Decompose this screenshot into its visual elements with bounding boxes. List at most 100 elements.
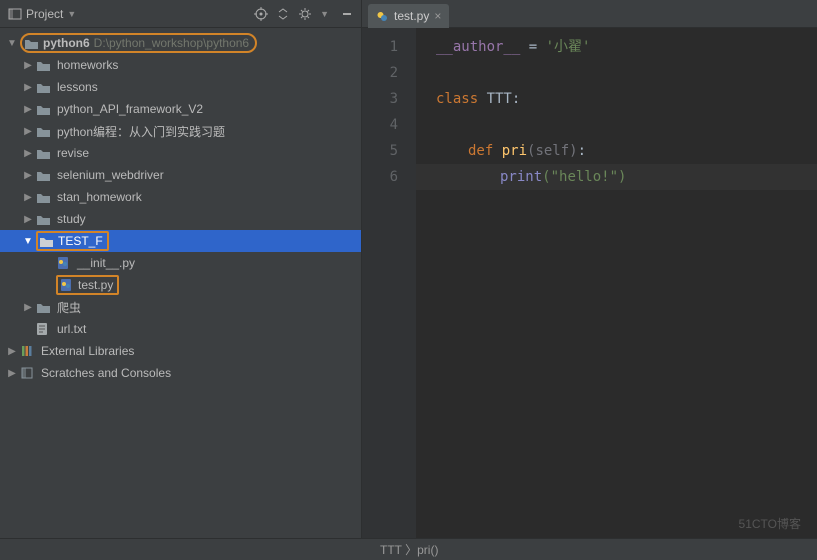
tree-file-url[interactable]: url.txt [0, 318, 361, 340]
tree-root[interactable]: ▼ python6 D:\python_workshop\python6 [0, 32, 361, 54]
code-token: class [436, 91, 487, 107]
sidebar-title: Project [26, 7, 63, 21]
line-number: 4 [368, 112, 398, 138]
folder-icon [36, 103, 52, 116]
code-content[interactable]: __author__ = '小翟' class TTT: def pri(sel… [416, 28, 817, 538]
library-icon [20, 344, 36, 358]
folder-icon [36, 301, 52, 314]
folder-label: study [54, 212, 86, 226]
file-label: __init__.py [74, 256, 135, 270]
code-token: = [520, 39, 545, 55]
tree-folder[interactable]: ▶ selenium_webdriver [0, 164, 361, 186]
python-file-icon [376, 10, 389, 23]
folder-label: revise [54, 146, 89, 160]
chevron-right-icon[interactable]: ▶ [22, 192, 34, 203]
chevron-right-icon[interactable]: ▶ [22, 126, 34, 137]
close-icon[interactable]: × [434, 9, 441, 23]
folder-label: lessons [54, 80, 98, 94]
locate-icon[interactable] [254, 7, 268, 21]
tree-folder[interactable]: ▶ revise [0, 142, 361, 164]
python-file-icon [56, 256, 72, 270]
scratches-label: Scratches and Consoles [38, 366, 171, 380]
tab-label: test.py [394, 9, 429, 23]
tree-folder[interactable]: ▶ lessons [0, 76, 361, 98]
project-tree: ▼ python6 D:\python_workshop\python6 ▶ ho… [0, 28, 361, 538]
tree-folder[interactable]: ▶ stan_homework [0, 186, 361, 208]
tree-folder[interactable]: ▶ python编程：从入门到实践习题 [0, 120, 361, 142]
folder-icon [36, 59, 52, 72]
python-file-icon [59, 278, 75, 292]
tree-file-init[interactable]: __init__.py [0, 252, 361, 274]
text-file-icon [36, 322, 52, 336]
folder-icon [36, 81, 52, 94]
folder-icon [36, 213, 52, 226]
folder-label: python_API_framework_V2 [54, 102, 203, 116]
tree-folder[interactable]: ▶ homeworks [0, 54, 361, 76]
tree-scratches[interactable]: ▶ Scratches and Consoles [0, 362, 361, 384]
gear-dropdown-icon[interactable]: ▼ [320, 9, 329, 19]
root-name: python6 [40, 36, 90, 50]
scratches-icon [20, 366, 36, 380]
code-token: '小翟' [546, 39, 591, 55]
chevron-right-icon[interactable]: ▶ [22, 148, 34, 159]
line-number: 1 [368, 34, 398, 60]
chevron-right-icon[interactable]: ▶ [22, 82, 34, 93]
tree-folder-crawler[interactable]: ▶ 爬虫 [0, 296, 361, 318]
file-label: url.txt [54, 322, 86, 336]
tree-folder[interactable]: ▶ study [0, 208, 361, 230]
code-token: print [500, 169, 542, 185]
folder-icon [36, 147, 52, 160]
editor-area: test.py × 1 2 3 4 5 6 __author__ = '小翟' … [362, 0, 817, 538]
project-tool-icon [8, 7, 22, 21]
tab-bar: test.py × [362, 0, 817, 28]
tree-external-libraries[interactable]: ▶ External Libraries [0, 340, 361, 362]
collapse-icon[interactable] [276, 7, 290, 21]
chevron-right-icon[interactable]: ▶ [22, 302, 34, 313]
sidebar-header: Project ▼ ▼ [0, 0, 361, 28]
project-sidebar: Project ▼ ▼ ▼ [0, 0, 362, 538]
folder-icon [24, 37, 40, 50]
folder-label: homeworks [54, 58, 118, 72]
dropdown-arrow-icon[interactable]: ▼ [67, 9, 76, 19]
file-label: test.py [75, 278, 113, 292]
folder-label: TEST_F [55, 234, 103, 248]
code-token: : [512, 91, 520, 107]
code-token: TTT [487, 91, 512, 107]
tree-file-test[interactable]: test.py [0, 274, 361, 296]
line-number: 6 [368, 164, 398, 190]
line-gutter[interactable]: 1 2 3 4 5 6 [362, 28, 416, 538]
folder-label: selenium_webdriver [54, 168, 164, 182]
code-token: def [468, 143, 502, 159]
chevron-right-icon[interactable]: ▶ [6, 368, 18, 379]
code-token: ("hello!") [542, 169, 626, 185]
folder-label: 爬虫 [54, 299, 81, 316]
folder-icon [36, 125, 52, 138]
chevron-right-icon[interactable]: ▶ [22, 104, 34, 115]
folder-icon [36, 169, 52, 182]
gear-icon[interactable] [298, 7, 312, 21]
code-token: : [578, 143, 586, 159]
folder-label: stan_homework [54, 190, 142, 204]
breadcrumb-text: TTT 〉pri() [380, 541, 438, 558]
chevron-right-icon[interactable]: ▶ [22, 214, 34, 225]
editor-tab-testpy[interactable]: test.py × [368, 4, 449, 28]
chevron-right-icon[interactable]: ▶ [22, 60, 34, 71]
tree-folder[interactable]: ▶ python_API_framework_V2 [0, 98, 361, 120]
line-number: 5 [368, 138, 398, 164]
line-number: 3 [368, 86, 398, 112]
code-token: (self) [527, 143, 578, 159]
chevron-down-icon[interactable]: ▼ [6, 38, 18, 49]
root-path: D:\python_workshop\python6 [90, 36, 249, 50]
chevron-right-icon[interactable]: ▶ [22, 170, 34, 181]
folder-icon [36, 191, 52, 204]
code-token: __author__ [436, 39, 520, 55]
hide-icon[interactable] [341, 8, 353, 20]
chevron-right-icon[interactable]: ▶ [6, 346, 18, 357]
folder-icon [39, 235, 55, 248]
external-label: External Libraries [38, 344, 134, 358]
folder-label: python编程：从入门到实践习题 [54, 123, 225, 140]
chevron-down-icon[interactable]: ▼ [22, 236, 34, 247]
breadcrumb[interactable]: TTT 〉pri() [0, 538, 817, 560]
tree-folder-test-f[interactable]: ▼ TEST_F [0, 230, 361, 252]
line-number: 2 [368, 60, 398, 86]
